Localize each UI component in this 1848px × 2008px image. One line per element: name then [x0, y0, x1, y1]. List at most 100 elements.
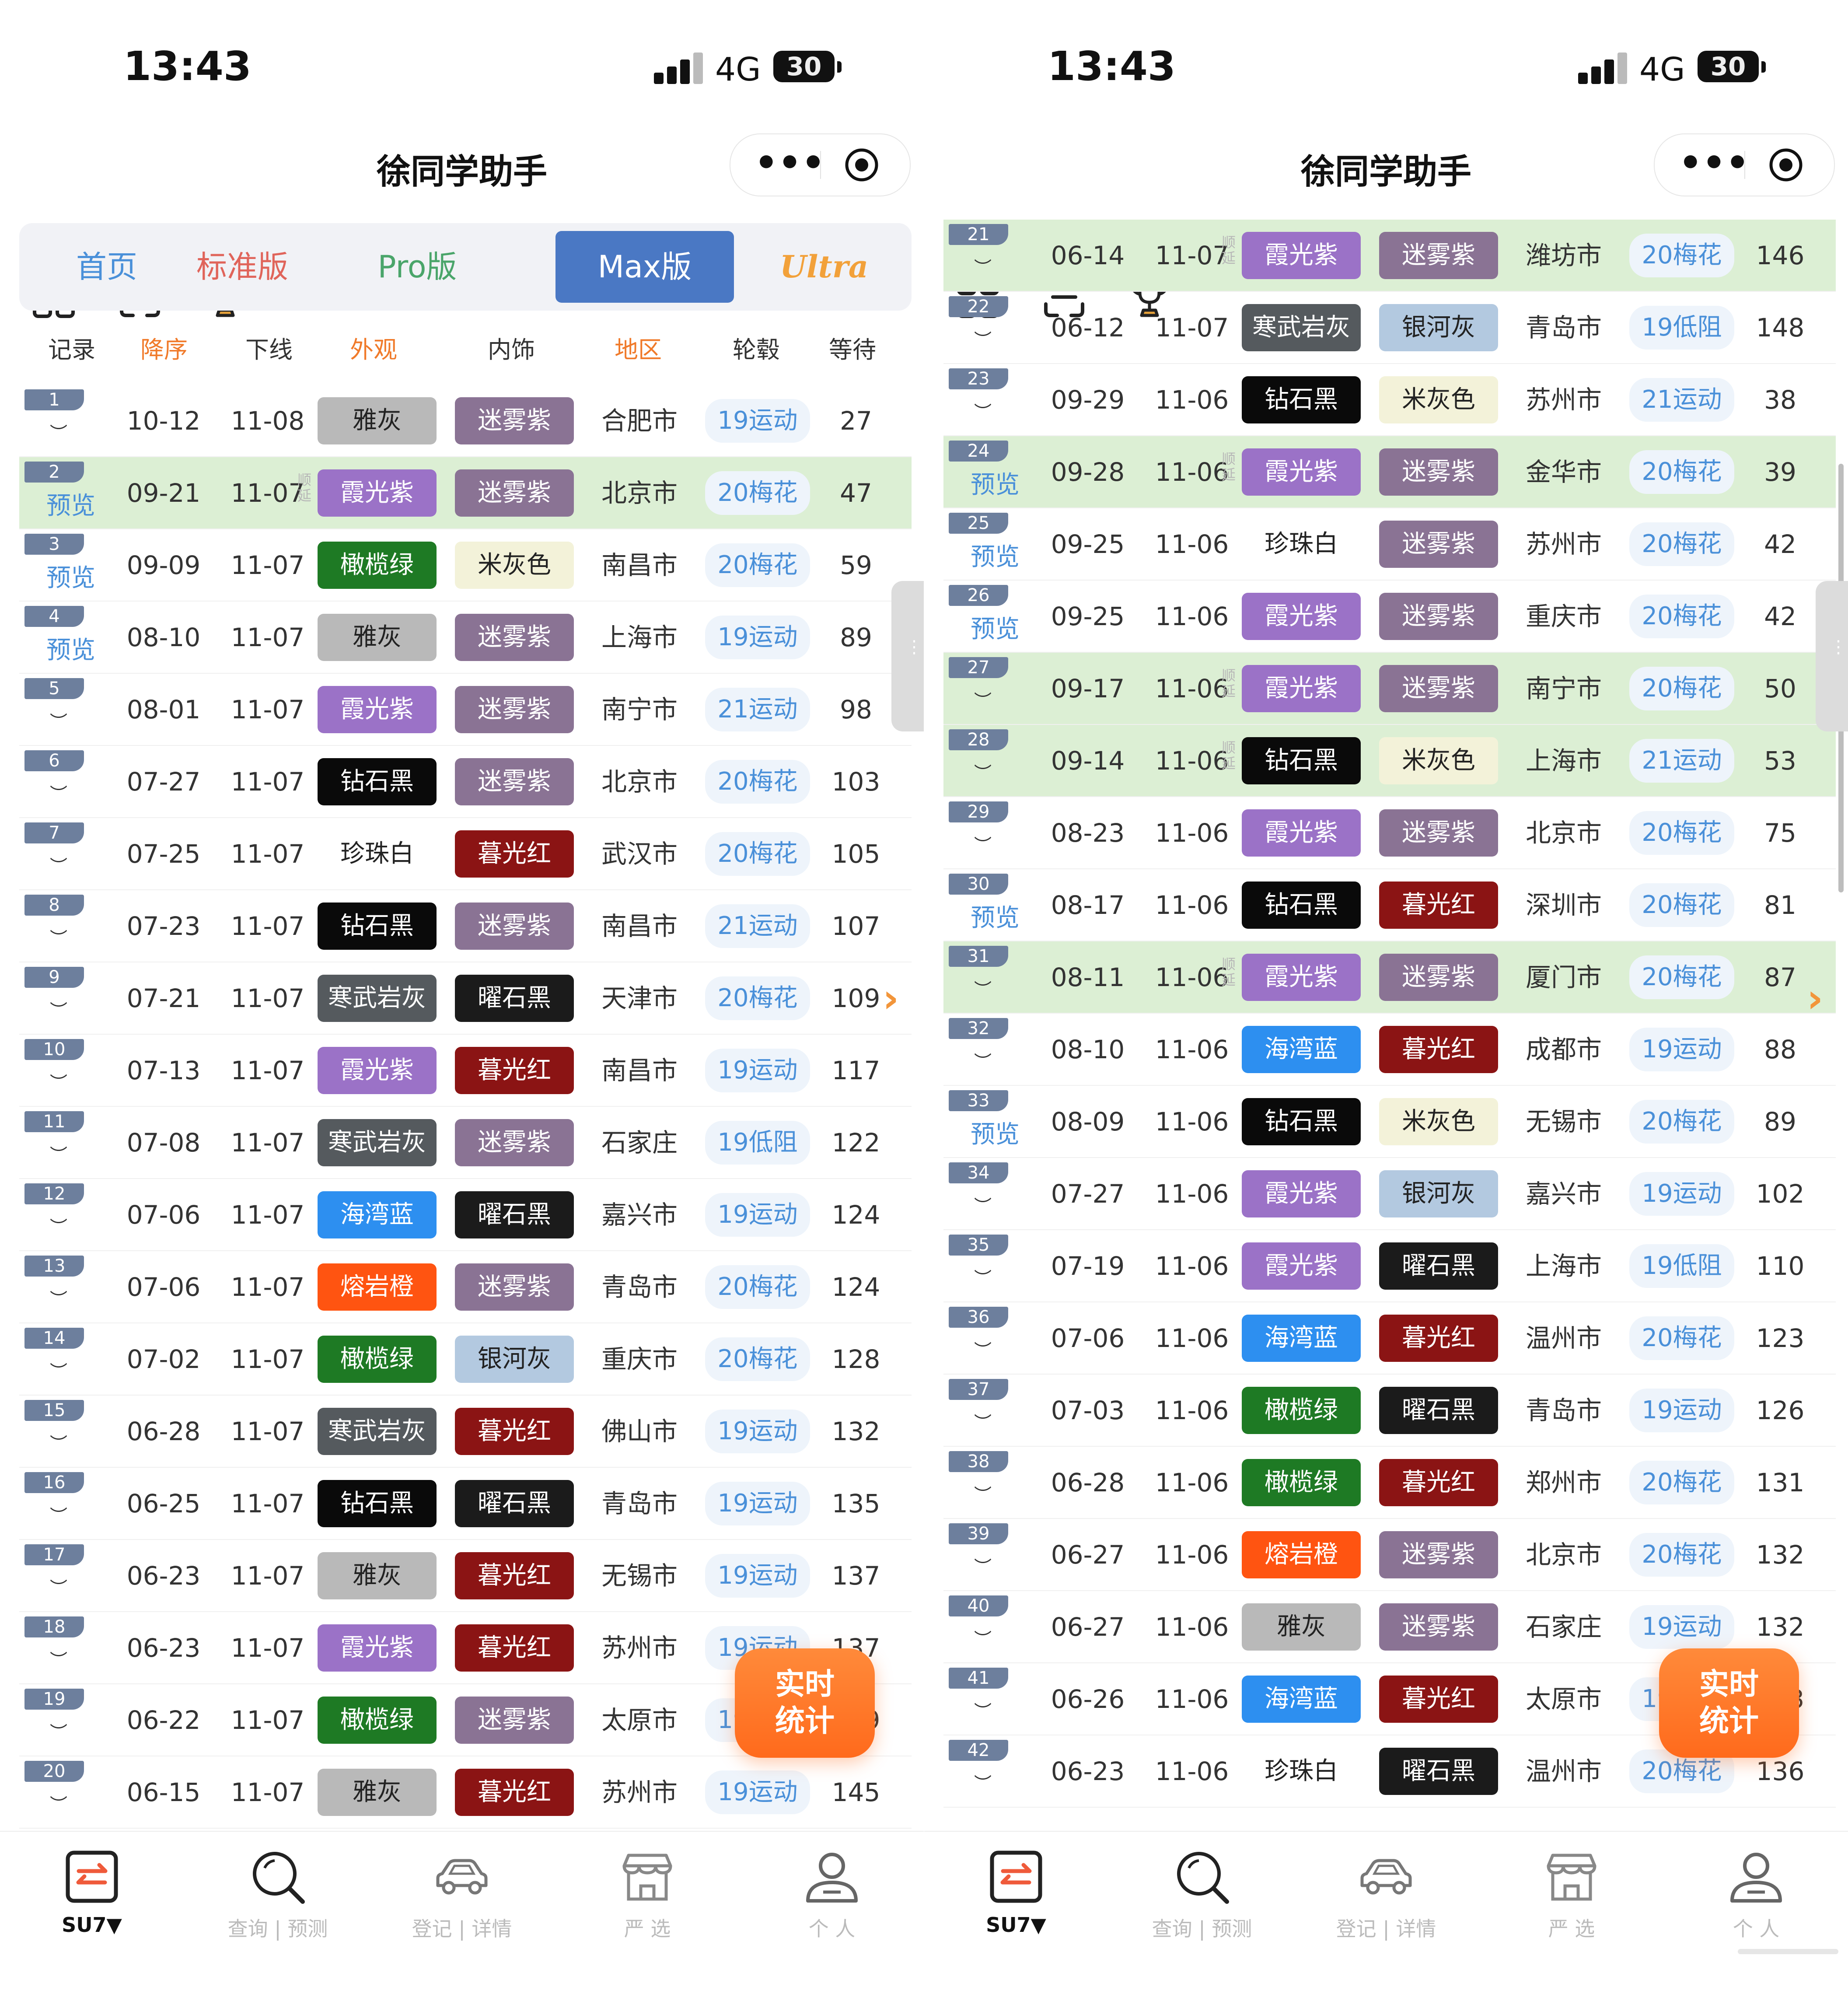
eye-closed-icon[interactable]: ︶ [974, 831, 992, 857]
table-row[interactable]: 20 ︶ 06-15 11-07 雅灰 暮光红 苏州市 19运动 145 [19, 1756, 912, 1829]
table-row[interactable]: 36 ︶ 07-06 11-06 海湾蓝 暮光红 温州市 20梅花 123 [943, 1302, 1836, 1375]
table-row[interactable]: 5 ︶ 08-01 11-07 霞光紫 迷雾紫 南宁市 21运动 98 [19, 674, 912, 746]
preview-link[interactable]: 预览 [46, 630, 95, 666]
table-row[interactable]: 37 ︶ 07-03 11-06 橄榄绿 曜石黑 青岛市 19运动 126 [943, 1375, 1836, 1447]
table-row[interactable]: 13 ︶ 07-06 11-07 熔岩橙 迷雾紫 青岛市 20梅花 124 [19, 1251, 912, 1323]
tab-query[interactable]: 查询 | 预测 [1136, 1844, 1268, 1975]
table-row[interactable]: 35 ︶ 07-19 11-06 霞光紫 曜石黑 上海市 19低阻 110 [943, 1230, 1836, 1302]
col-region[interactable]: 地区 [605, 324, 671, 376]
col-order-sort[interactable]: 降序 [131, 324, 197, 376]
eye-closed-icon[interactable]: ︶ [50, 1213, 67, 1238]
preview-link[interactable]: 预览 [971, 609, 1020, 645]
eye-closed-icon[interactable]: ︶ [974, 1336, 992, 1362]
col-exterior[interactable]: 外观 [341, 324, 406, 376]
preview-link[interactable]: 预览 [971, 898, 1020, 934]
eye-closed-icon[interactable]: ︶ [974, 1770, 992, 1795]
tab-register[interactable]: 登记 | 详情 [1320, 1844, 1452, 1975]
more-menu-button[interactable]: ••• [755, 134, 825, 196]
col-wheel[interactable]: 轮毂 [723, 324, 789, 376]
realtime-stats-button[interactable]: 实时 统计 [1659, 1648, 1799, 1758]
eye-closed-icon[interactable]: ︶ [974, 1697, 992, 1723]
more-menu-button[interactable]: ••• [1679, 134, 1749, 196]
tab-ultra[interactable]: Ultra [754, 231, 894, 303]
eye-closed-icon[interactable]: ︶ [50, 1357, 67, 1383]
eye-closed-icon[interactable]: ︶ [974, 1264, 992, 1290]
eye-closed-icon[interactable]: ︶ [974, 1553, 992, 1578]
table-row[interactable]: 23 ︶ 09-29 11-06 钻石黑 米灰色 苏州市 21运动 38 [943, 364, 1836, 436]
tab-profile[interactable]: 个 人 [1691, 1844, 1822, 1975]
eye-closed-icon[interactable]: ︶ [50, 852, 67, 878]
table-row[interactable]: 31 ︶ 08-11 11-06 顺延 霞光紫 迷雾紫 厦门市 20梅花 87 [943, 941, 1836, 1014]
preview-link[interactable]: 预览 [46, 486, 95, 521]
table-row[interactable]: 1 ︶ 10-12 11-08 雅灰 迷雾紫 合肥市 19运动 27 [19, 385, 912, 457]
table-row[interactable]: 21 ︶ 06-14 11-07 顺延 霞光紫 迷雾紫 潍坊市 20梅花 146 [943, 220, 1836, 292]
eye-closed-icon[interactable]: ︶ [974, 1625, 992, 1651]
eye-closed-icon[interactable]: ︶ [974, 326, 992, 351]
col-record[interactable]: 记录 [37, 324, 107, 376]
table-row[interactable]: 22 ︶ 06-12 11-07 寒武岩灰 银河灰 青岛市 19低阻 148 [943, 292, 1836, 364]
col-interior[interactable]: 内饰 [479, 324, 544, 376]
table-row[interactable]: 11 ︶ 07-08 11-07 寒武岩灰 迷雾紫 石家庄 19低阻 122 [19, 1107, 912, 1179]
table-row[interactable]: 39 ︶ 06-27 11-06 熔岩橙 迷雾紫 北京市 20梅花 132 [943, 1519, 1836, 1591]
preview-link[interactable]: 预览 [46, 558, 95, 594]
table-row[interactable]: 27 ︶ 09-17 11-06 顺延 霞光紫 迷雾紫 南宁市 20梅花 50 [943, 653, 1836, 725]
eye-closed-icon[interactable]: ︶ [974, 1048, 992, 1073]
eye-closed-icon[interactable]: ︶ [50, 1285, 67, 1311]
eye-closed-icon[interactable]: ︶ [50, 1141, 67, 1166]
tab-profile[interactable]: 个 人 [766, 1844, 898, 1975]
table-row[interactable]: 16 ︶ 06-25 11-07 钻石黑 曜石黑 青岛市 19运动 135 [19, 1468, 912, 1540]
eye-closed-icon[interactable]: ︶ [50, 1069, 67, 1094]
close-mini-program-icon[interactable] [844, 147, 879, 182]
eye-closed-icon[interactable]: ︶ [50, 1502, 67, 1527]
table-row[interactable]: 17 ︶ 06-23 11-07 雅灰 暮光红 无锡市 19运动 137 [19, 1540, 912, 1612]
eye-closed-icon[interactable]: ︶ [50, 1574, 67, 1599]
chevron-right-icon[interactable]: › [883, 976, 899, 1021]
tab-select[interactable]: 严 选 [1506, 1844, 1637, 1975]
table-row[interactable]: 26 预览 09-25 11-06 霞光紫 迷雾紫 重庆市 20梅花 42 [943, 581, 1836, 653]
eye-closed-icon[interactable]: ︶ [974, 759, 992, 784]
table-row[interactable]: 14 ︶ 07-02 11-07 橄榄绿 银河灰 重庆市 20梅花 128 [19, 1323, 912, 1396]
preview-link[interactable]: 预览 [971, 1115, 1020, 1150]
eye-closed-icon[interactable]: ︶ [50, 708, 67, 733]
table-row[interactable]: 28 ︶ 09-14 11-06 顺延 钻石黑 米灰色 上海市 21运动 53 [943, 725, 1836, 797]
table-row[interactable]: 32 ︶ 08-10 11-06 海湾蓝 暮光红 成都市 19运动 88 [943, 1014, 1836, 1086]
table-row[interactable]: 3 预览 09-09 11-07 橄榄绿 米灰色 南昌市 20梅花 59 [19, 529, 912, 602]
table-row[interactable]: 29 ︶ 08-23 11-06 霞光紫 迷雾紫 北京市 20梅花 75 [943, 797, 1836, 869]
eye-closed-icon[interactable]: ︶ [50, 1646, 67, 1672]
eye-closed-icon[interactable]: ︶ [50, 997, 67, 1022]
eye-closed-icon[interactable]: ︶ [50, 1430, 67, 1455]
eye-closed-icon[interactable]: ︶ [50, 1718, 67, 1744]
table-row[interactable]: 9 ︶ 07-21 11-07 寒武岩灰 曜石黑 天津市 20梅花 109 [19, 962, 912, 1035]
tab-su7[interactable]: SU7▼ [950, 1844, 1082, 1975]
tab-standard[interactable]: 标准版 [164, 231, 321, 303]
col-wait[interactable]: 等待 [820, 324, 885, 376]
eye-closed-icon[interactable]: ︶ [50, 419, 67, 444]
tab-max[interactable]: Max版 [555, 231, 734, 303]
preview-link[interactable]: 预览 [971, 537, 1020, 573]
preview-link[interactable]: 预览 [971, 465, 1020, 500]
eye-closed-icon[interactable]: ︶ [974, 1192, 992, 1217]
eye-closed-icon[interactable]: ︶ [50, 1791, 67, 1816]
realtime-stats-button[interactable]: 实时 统计 [735, 1648, 875, 1758]
tab-query[interactable]: 查询 | 预测 [212, 1844, 343, 1975]
close-mini-program-icon[interactable] [1768, 147, 1803, 182]
table-row[interactable]: 24 预览 09-28 11-06 顺延 霞光紫 迷雾紫 金华市 20梅花 39 [943, 436, 1836, 508]
eye-closed-icon[interactable]: ︶ [974, 976, 992, 1001]
table-row[interactable]: 6 ︶ 07-27 11-07 钻石黑 迷雾紫 北京市 20梅花 103 [19, 746, 912, 818]
eye-closed-icon[interactable]: ︶ [974, 398, 992, 423]
table-row[interactable]: 10 ︶ 07-13 11-07 霞光紫 暮光红 南昌市 19运动 117 [19, 1035, 912, 1107]
tab-su7[interactable]: SU7▼ [26, 1844, 157, 1975]
chevron-right-icon[interactable]: › [1807, 976, 1823, 1021]
eye-closed-icon[interactable]: ︶ [974, 254, 992, 279]
eye-closed-icon[interactable]: ︶ [50, 924, 67, 950]
table-row[interactable]: 15 ︶ 06-28 11-07 寒武岩灰 暮光红 佛山市 19运动 132 [19, 1396, 912, 1468]
tab-pro[interactable]: Pro版 [352, 231, 483, 303]
eye-closed-icon[interactable]: ︶ [974, 1481, 992, 1506]
eye-closed-icon[interactable]: ︶ [974, 1409, 992, 1434]
table-row[interactable]: 38 ︶ 06-28 11-06 橄榄绿 暮光红 郑州市 20梅花 131 [943, 1447, 1836, 1519]
table-row[interactable]: 8 ︶ 07-23 11-07 钻石黑 迷雾紫 南昌市 21运动 107 [19, 890, 912, 962]
table-row[interactable]: 7 ︶ 07-25 11-07 珍珠白 暮光红 武汉市 20梅花 105 [19, 818, 912, 890]
eye-closed-icon[interactable]: ︶ [50, 780, 67, 805]
table-row[interactable]: 2 预览 09-21 11-07 顺延 霞光紫 迷雾紫 北京市 20梅花 47 [19, 457, 912, 529]
table-row[interactable]: 34 ︶ 07-27 11-06 霞光紫 银河灰 嘉兴市 19运动 102 [943, 1158, 1836, 1230]
